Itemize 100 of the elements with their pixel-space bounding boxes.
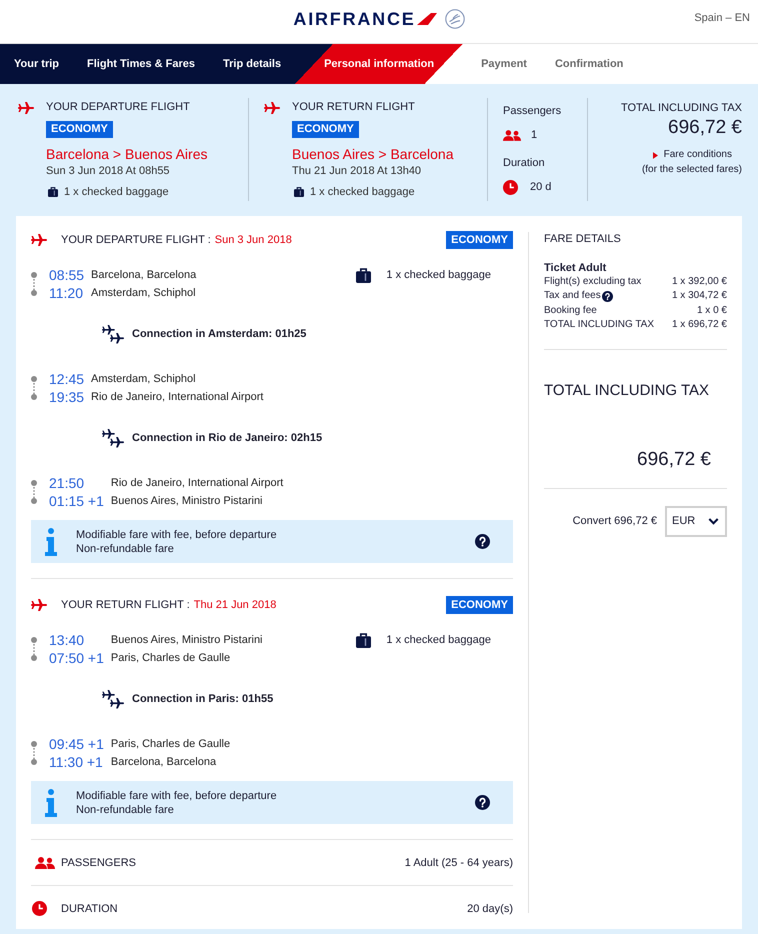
two-planes-icon (102, 324, 124, 344)
total-amount: 696,72 € (668, 117, 742, 139)
fare-label: Booking fee (544, 304, 597, 318)
plane-icon (31, 234, 47, 246)
flight-time: 01:15 +1 (49, 492, 104, 510)
flight-time: 09:45 +1 (49, 735, 104, 753)
flight-time: 11:30 +1 (49, 753, 104, 771)
stat-label: Duration (503, 156, 546, 170)
connection-text: Connection in Paris: 01h55 (132, 693, 274, 705)
total-label: TOTAL INCLUDING TAX (620, 101, 742, 115)
fare-note: (for the selected fares) (642, 163, 742, 177)
flight-time: 12:45 (49, 370, 84, 388)
route-text: Buenos Aires > Barcelona (292, 145, 454, 163)
total-amount: 696,72 € (636, 448, 712, 472)
fare-conditions-link[interactable]: Fare conditions (652, 148, 732, 162)
airport-name: Amsterdam, Schiphol (91, 286, 196, 301)
info-icon (45, 528, 57, 556)
emblem-icon (444, 8, 465, 28)
fare-label: Tax and fees (544, 289, 601, 304)
plane-icon (264, 102, 280, 114)
cabin-badge: ECONOMY (46, 121, 113, 138)
plane-icon (31, 599, 47, 611)
detail-label: DURATION (61, 902, 118, 914)
airport-name: Paris, Charles de Gaulle (110, 651, 232, 666)
flight-time: 19:35 (49, 388, 84, 406)
connection-text: Connection in Amsterdam: 01h25 (132, 328, 306, 340)
baggage-text: 1 x checked baggage (64, 185, 169, 200)
people-icon (503, 130, 521, 140)
baggage-text: 1 x checked baggage (386, 268, 491, 283)
fare-value: 1 x 392,00 € (672, 275, 727, 289)
fare-condition: Non-refundable fare (76, 802, 175, 816)
stat-value: 20 d (530, 181, 552, 193)
airport-name: Barcelona, Barcelona (110, 755, 218, 770)
convert-label: Convert 696,72 € (572, 515, 657, 528)
locale-link[interactable]: Spain – EN (694, 12, 750, 24)
currency-select[interactable]: EUR (665, 506, 727, 537)
fare-value: 1 x 696,72 € (672, 318, 727, 332)
detail-value: 20 day(s) (467, 902, 513, 914)
route-text: Barcelona > Buenos Aires (46, 145, 208, 163)
fare-condition: Modifiable fare with fee, before departure (76, 788, 277, 802)
clock-icon (503, 180, 518, 194)
clock-icon (32, 901, 47, 916)
people-icon (35, 856, 55, 868)
baggage-text: 1 x checked baggage (386, 633, 491, 648)
timeline-icon (31, 637, 37, 661)
flight-date: Sun 3 Jun 2018 (214, 234, 292, 246)
help-icon[interactable] (602, 291, 613, 302)
help-icon[interactable] (475, 795, 490, 810)
step-tab[interactable]: Your trip (0, 44, 74, 84)
suitcase-icon (356, 268, 372, 282)
date-text: Sun 3 Jun 2018 At 08h55 (46, 164, 171, 179)
stripe-icon (416, 12, 437, 24)
fare-value: 1 x 304,72 € (672, 289, 727, 304)
connection-text: Connection in Rio de Janeiro: 02h15 (132, 432, 322, 444)
flight-time: 07:50 +1 (49, 649, 104, 667)
fare-details-title: FARE DETAILS (544, 232, 622, 246)
date-text: Thu 21 Jun 2018 At 13h40 (292, 164, 422, 179)
airport-name: Rio de Janeiro, International Airport (110, 476, 284, 491)
flight-heading: YOUR DEPARTURE FLIGHT (46, 100, 191, 114)
flight-time: 13:40 (49, 631, 86, 649)
chevron-icon (708, 518, 719, 525)
flight-time: 21:50 (49, 474, 86, 492)
flight-time: 11:20 (49, 284, 84, 302)
step-tab[interactable]: Personal information (295, 44, 464, 84)
total-label: TOTAL INCLUDING TAX (544, 380, 710, 401)
cabin-badge: ECONOMY (446, 596, 513, 614)
suitcase-icon (48, 187, 58, 197)
timeline-icon (31, 272, 37, 296)
flight-heading: YOUR RETURN FLIGHT (292, 100, 416, 114)
fare-label: TOTAL INCLUDING TAX (544, 318, 654, 332)
fare-value: 1 x 0 € (696, 304, 727, 318)
logo-wordmark: AIRFRANCE (293, 10, 416, 28)
two-planes-icon (102, 428, 124, 448)
fare-condition: Non-refundable fare (76, 542, 175, 556)
airport-name: Amsterdam, Schiphol (91, 372, 197, 387)
two-planes-icon (102, 690, 124, 708)
plane-icon (18, 102, 34, 114)
ticket-heading: Ticket Adult (544, 261, 608, 275)
fare-condition: Modifiable fare with fee, before departure (76, 528, 277, 542)
baggage-text: 1 x checked baggage (310, 185, 415, 200)
airport-name: Buenos Aires, Ministro Pistarini (110, 633, 263, 648)
suitcase-icon (294, 187, 304, 197)
timeline-icon (31, 480, 37, 504)
help-icon[interactable] (475, 534, 490, 549)
flight-heading: YOUR RETURN FLIGHT : (61, 599, 190, 611)
flight-time: 08:55 (49, 266, 84, 284)
step-tab[interactable]: Flight Times & Fares (73, 44, 210, 84)
detail-label: PASSENGERS (61, 856, 136, 868)
airport-name: Paris, Charles de Gaulle (110, 737, 230, 752)
suitcase-icon (356, 632, 372, 648)
cabin-badge: ECONOMY (446, 231, 513, 249)
info-icon (45, 788, 57, 816)
timeline-icon (31, 741, 37, 765)
airport-name: Buenos Aires, Ministro Pistarini (110, 494, 264, 509)
step-tab[interactable]: Trip details (209, 44, 296, 84)
airport-name: Rio de Janeiro, International Airport (91, 390, 264, 405)
stat-label: Passengers (503, 104, 562, 118)
airport-name: Barcelona, Barcelona (91, 268, 196, 283)
stat-value: 1 (531, 129, 538, 141)
caret-icon (652, 152, 658, 158)
